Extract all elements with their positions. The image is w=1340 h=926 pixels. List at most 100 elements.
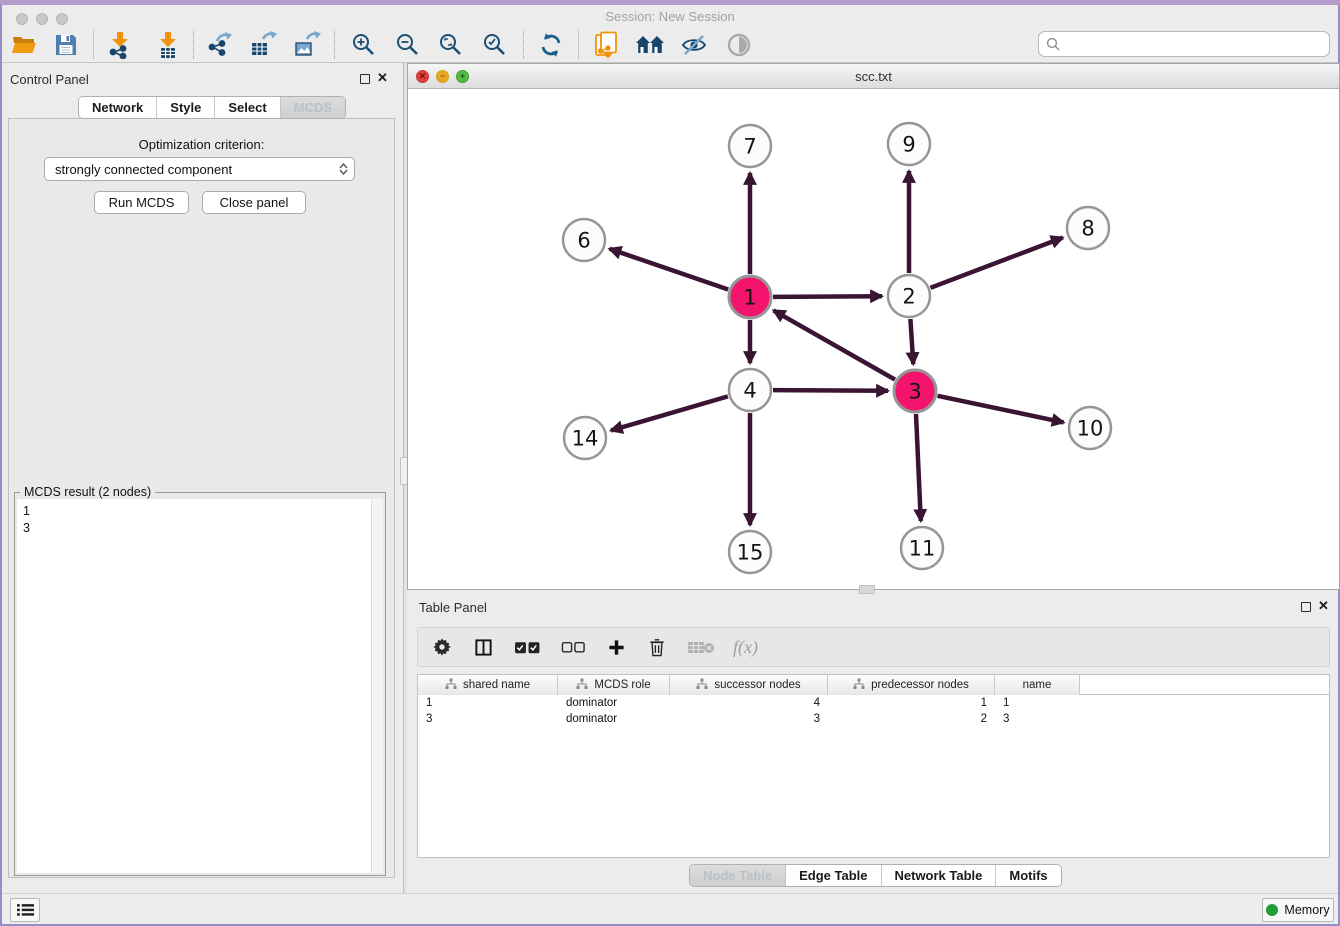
tab-style[interactable]: Style <box>157 97 215 118</box>
graph-edge-2-3[interactable] <box>910 319 913 364</box>
scrollbar-track[interactable] <box>371 499 383 873</box>
mcds-result-text[interactable]: 1 3 <box>17 499 371 873</box>
mcds-result-title: MCDS result (2 nodes) <box>20 485 155 499</box>
table-panel-tabs: Node Table Edge Table Network Table Moti… <box>689 864 1062 887</box>
zoom-selected-icon[interactable] <box>479 29 511 61</box>
graph-edge-3-11[interactable] <box>916 414 921 521</box>
table-options-icon[interactable] <box>430 635 454 659</box>
add-row-icon[interactable] <box>604 635 628 659</box>
table-panel-float-button[interactable] <box>1301 602 1311 612</box>
tab-edge-table[interactable]: Edge Table <box>786 865 881 886</box>
show-hidden-eye-icon[interactable] <box>723 29 755 61</box>
zoom-out-icon[interactable] <box>392 29 424 61</box>
graph-node-label: 15 <box>737 541 764 565</box>
graph-node-label: 14 <box>572 427 599 451</box>
column-header-mcds-role[interactable]: MCDS role <box>558 675 670 695</box>
task-history-button[interactable] <box>10 898 40 922</box>
import-network-icon[interactable] <box>104 29 136 61</box>
criterion-select-value: strongly connected component <box>55 162 232 177</box>
table-body: 1dominator4113dominator323 <box>418 695 1329 727</box>
control-panel-float-button[interactable] <box>360 74 370 84</box>
tab-select[interactable]: Select <box>215 97 280 118</box>
column-header-shared-name[interactable]: shared name <box>418 675 558 695</box>
delete-column-icon[interactable] <box>686 635 716 659</box>
graph-edge-4-14[interactable] <box>611 396 728 430</box>
memory-button[interactable]: Memory <box>1262 898 1334 922</box>
export-table-icon[interactable] <box>247 29 279 61</box>
tab-network-table[interactable]: Network Table <box>882 865 997 886</box>
function-builder-icon[interactable]: f(x) <box>733 637 758 658</box>
cell-predecessor-nodes[interactable]: 1 <box>828 697 995 709</box>
tab-network[interactable]: Network <box>79 97 157 118</box>
tab-node-table[interactable]: Node Table <box>690 865 786 886</box>
tree-icon <box>853 678 865 693</box>
criterion-select[interactable]: strongly connected component <box>44 157 355 181</box>
show-column-icon[interactable] <box>471 635 495 659</box>
deselect-all-icon[interactable] <box>559 635 587 659</box>
app-window: Session: New Session <box>0 0 1340 926</box>
column-header-label: name <box>1023 679 1052 691</box>
control-panel-close-button[interactable]: ✕ <box>377 72 388 84</box>
column-header-successor-nodes[interactable]: successor nodes <box>670 675 828 695</box>
graph-node-label: 2 <box>902 285 915 309</box>
new-network-from-file-icon[interactable] <box>591 29 623 61</box>
tree-icon <box>445 678 457 693</box>
export-image-icon[interactable] <box>291 29 323 61</box>
table-row[interactable]: 1dominator411 <box>418 695 1329 711</box>
column-header-label: shared name <box>463 679 530 691</box>
network-canvas[interactable]: 1234678910111415 <box>408 89 1339 589</box>
zoom-fit-icon[interactable] <box>435 29 467 61</box>
table-row[interactable]: 3dominator323 <box>418 711 1329 727</box>
cell-successor-nodes[interactable]: 3 <box>670 713 828 725</box>
search-box[interactable] <box>1038 31 1330 57</box>
show-all-home-icon[interactable] <box>634 29 666 61</box>
column-header-predecessor-nodes[interactable]: predecessor nodes <box>828 675 995 695</box>
graph-edge-3-1[interactable] <box>774 310 896 379</box>
zoom-in-icon[interactable] <box>348 29 380 61</box>
cell-successor-nodes[interactable]: 4 <box>670 697 828 709</box>
graph-node-label: 4 <box>743 379 756 403</box>
cell-shared-name[interactable]: 3 <box>418 713 558 725</box>
tab-motifs[interactable]: Motifs <box>996 865 1060 886</box>
cell-shared-name[interactable]: 1 <box>418 697 558 709</box>
open-session-icon[interactable] <box>8 29 40 61</box>
cell-mcds-role[interactable]: dominator <box>558 697 670 709</box>
export-network-icon[interactable] <box>204 29 236 61</box>
cell-name[interactable]: 3 <box>995 713 1080 725</box>
folder-back <box>13 37 34 43</box>
main-toolbar <box>2 27 1338 63</box>
network-window-titlebar[interactable]: ✕ − + scc.txt <box>408 64 1339 89</box>
cell-mcds-role[interactable]: dominator <box>558 713 670 725</box>
refresh-icon[interactable] <box>535 29 567 61</box>
graph-edge-4-3[interactable] <box>773 390 888 391</box>
status-bar: Memory <box>2 893 1338 924</box>
memory-label: Memory <box>1284 903 1329 917</box>
graph-edge-1-2[interactable] <box>773 296 882 297</box>
run-mcds-button[interactable]: Run MCDS <box>94 191 189 214</box>
graph-node-label: 6 <box>577 229 590 253</box>
tab-mcds[interactable]: MCDS <box>281 97 345 118</box>
graph-edge-1-6[interactable] <box>610 249 729 290</box>
search-input[interactable] <box>1061 34 1329 54</box>
delete-row-icon[interactable] <box>645 635 669 659</box>
toolbar-separator <box>334 30 335 59</box>
hide-selected-eye-icon[interactable] <box>678 29 710 61</box>
cell-name[interactable]: 1 <box>995 697 1080 709</box>
import-table-icon[interactable] <box>152 29 184 61</box>
table-toolbar: f(x) <box>417 627 1330 667</box>
list-icon <box>17 903 34 917</box>
split-pane-handle[interactable] <box>859 585 875 594</box>
graph-edge-2-8[interactable] <box>931 238 1063 288</box>
memory-status-icon <box>1266 904 1278 916</box>
select-all-icon[interactable] <box>512 635 542 659</box>
window-frame-left <box>0 5 2 926</box>
close-panel-button[interactable]: Close panel <box>202 191 306 214</box>
graph-node-label: 7 <box>743 135 756 159</box>
graph-edge-3-10[interactable] <box>938 396 1064 423</box>
cell-predecessor-nodes[interactable]: 2 <box>828 713 995 725</box>
table-panel-close-button[interactable]: ✕ <box>1318 600 1329 612</box>
column-header-name[interactable]: name <box>995 675 1080 695</box>
save-session-icon[interactable] <box>50 29 82 61</box>
select-stepper-icon <box>337 160 349 178</box>
graph-node-label: 3 <box>908 380 921 404</box>
